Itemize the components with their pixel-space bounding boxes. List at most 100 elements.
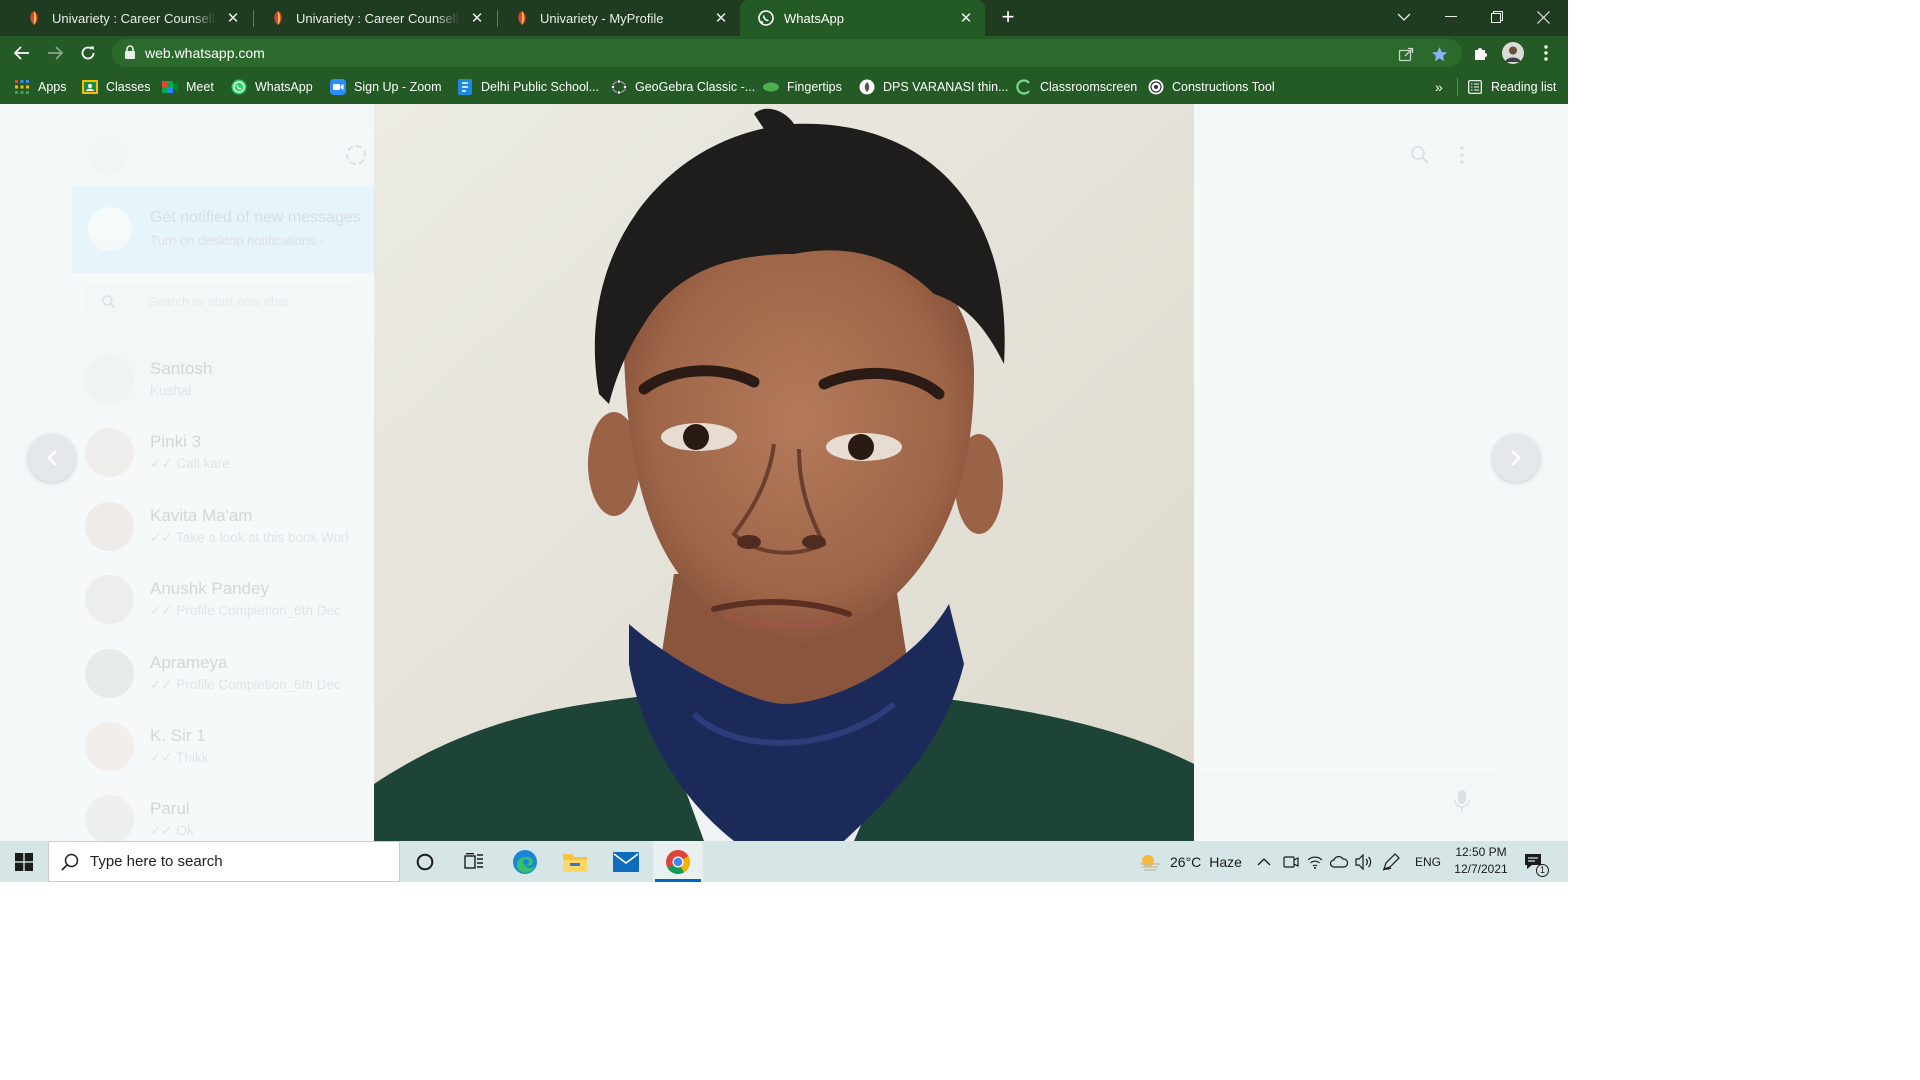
tray-volume[interactable] bbox=[1355, 841, 1373, 882]
profile-avatar[interactable] bbox=[1500, 40, 1526, 66]
folder-icon bbox=[563, 853, 587, 872]
browser-tab-whatsapp[interactable]: WhatsApp ✕ bbox=[740, 0, 985, 36]
taskbar-mail[interactable] bbox=[601, 841, 651, 882]
wifi-icon bbox=[1307, 856, 1323, 869]
task-view-button[interactable] bbox=[449, 841, 499, 882]
apps-grid-icon bbox=[14, 79, 30, 95]
system-clock[interactable]: 12:50 PM 12/7/2021 bbox=[1447, 844, 1515, 878]
mail-icon bbox=[613, 851, 639, 872]
action-center-button[interactable]: 1 bbox=[1524, 841, 1549, 882]
tab-title: Univariety : Career Counselling | C bbox=[52, 10, 216, 26]
close-window-icon[interactable] bbox=[1520, 0, 1566, 34]
search-icon bbox=[61, 853, 79, 871]
speaker-icon bbox=[1355, 853, 1372, 870]
meet-now-icon bbox=[1283, 855, 1299, 868]
reading-list-button[interactable]: Reading list bbox=[1467, 77, 1556, 97]
dps-icon bbox=[859, 79, 875, 95]
windows-logo-icon bbox=[15, 852, 33, 871]
tab-search-chevron-icon[interactable] bbox=[1381, 0, 1427, 34]
browser-tab-3[interactable]: Univariety - MyProfile ✕ bbox=[496, 0, 740, 36]
address-bar[interactable]: web.whatsapp.com bbox=[112, 39, 1462, 67]
bookmark-label: GeoGebra Classic -... bbox=[635, 80, 756, 94]
reading-list-icon bbox=[1467, 79, 1483, 95]
taskbar-file-explorer[interactable] bbox=[550, 841, 600, 882]
portrait-image bbox=[374, 104, 1194, 841]
reload-icon[interactable] bbox=[75, 40, 101, 66]
pen-icon bbox=[1382, 852, 1400, 871]
chrome-icon bbox=[666, 849, 691, 874]
weather-widget[interactable]: 26°C Haze bbox=[1138, 841, 1242, 882]
tray-pen[interactable] bbox=[1307, 841, 1323, 882]
minimize-icon[interactable] bbox=[1428, 0, 1474, 34]
next-media-button[interactable] bbox=[1492, 434, 1540, 482]
bookmarks-overflow-button[interactable]: » bbox=[1435, 77, 1443, 97]
univariety-icon bbox=[270, 10, 286, 26]
extensions-puzzle-icon[interactable] bbox=[1467, 40, 1493, 66]
tray-pen-workspace[interactable] bbox=[1382, 841, 1400, 882]
tray-onedrive[interactable] bbox=[1330, 841, 1348, 882]
lock-icon[interactable] bbox=[124, 45, 138, 61]
bookmark-zoom[interactable]: Sign Up - Zoom bbox=[330, 77, 442, 97]
cortana-button[interactable] bbox=[400, 841, 450, 882]
close-tab-icon[interactable]: ✕ bbox=[222, 7, 244, 29]
bookmark-label: Classes bbox=[106, 80, 151, 94]
forward-arrow-icon[interactable] bbox=[42, 40, 68, 66]
bookmark-label: Delhi Public School... bbox=[481, 80, 600, 94]
bookmark-meet[interactable]: Meet bbox=[162, 77, 214, 97]
previous-media-button[interactable] bbox=[28, 434, 76, 482]
bookmark-label: Constructions Tool bbox=[1172, 80, 1275, 94]
start-button[interactable] bbox=[0, 841, 48, 882]
bookmark-star-icon[interactable] bbox=[1428, 43, 1450, 65]
close-tab-icon[interactable]: ✕ bbox=[955, 7, 977, 29]
bookmark-constructions-tool[interactable]: Constructions Tool bbox=[1148, 77, 1275, 97]
close-tab-icon[interactable]: ✕ bbox=[466, 7, 488, 29]
bookmark-label: Classroomscreen bbox=[1040, 80, 1138, 94]
school-icon bbox=[457, 79, 473, 95]
bookmark-label: Meet bbox=[186, 80, 214, 94]
taskbar-edge[interactable] bbox=[500, 841, 550, 882]
url-text: web.whatsapp.com bbox=[145, 45, 265, 61]
clock-date: 12/7/2021 bbox=[1454, 862, 1508, 876]
clock-time: 12:50 PM bbox=[1455, 845, 1507, 859]
bookmark-classes[interactable]: Classes bbox=[82, 77, 150, 97]
taskbar-chrome[interactable] bbox=[653, 841, 703, 882]
tray-meet-now[interactable] bbox=[1283, 841, 1299, 882]
browser-toolbar: web.whatsapp.com bbox=[0, 36, 1568, 70]
bookmark-dps-varanasi[interactable]: DPS VARANASI thin... bbox=[859, 77, 1009, 97]
haze-sun-icon bbox=[1140, 854, 1160, 871]
chevron-left-icon bbox=[47, 450, 57, 466]
notification-count-badge: 1 bbox=[1536, 864, 1549, 877]
bookmark-geogebra[interactable]: GeoGebra Classic -... bbox=[611, 77, 755, 97]
browser-tab-2[interactable]: Univariety : Career Counselling | C ✕ bbox=[252, 0, 496, 36]
bookmark-delhi-public-school[interactable]: Delhi Public School... bbox=[457, 77, 599, 97]
tab-title: Univariety - MyProfile bbox=[540, 10, 664, 26]
reading-list-label: Reading list bbox=[1491, 80, 1557, 94]
bookmark-whatsapp[interactable]: WhatsApp bbox=[231, 77, 313, 97]
taskbar-search-box[interactable]: Type here to search bbox=[48, 841, 400, 882]
language-indicator[interactable]: ENG bbox=[1415, 841, 1441, 882]
chevron-right-icon bbox=[1511, 450, 1521, 466]
fingertips-icon bbox=[763, 79, 779, 95]
whatsapp-icon bbox=[758, 10, 774, 26]
bookmarks-divider bbox=[1457, 78, 1458, 96]
edge-icon bbox=[513, 849, 537, 874]
restore-icon[interactable] bbox=[1474, 0, 1520, 34]
bookmark-apps[interactable]: Apps bbox=[14, 77, 67, 97]
new-tab-button[interactable]: + bbox=[995, 5, 1021, 31]
bookmark-classroomscreen[interactable]: Classroomscreen bbox=[1016, 77, 1137, 97]
close-tab-icon[interactable]: ✕ bbox=[710, 7, 732, 29]
back-arrow-icon[interactable] bbox=[9, 40, 35, 66]
geogebra-icon bbox=[611, 79, 627, 95]
task-view-icon bbox=[464, 852, 483, 869]
browser-menu-icon[interactable] bbox=[1533, 40, 1559, 66]
browser-tab-1[interactable]: Univariety : Career Counselling | C ✕ bbox=[8, 0, 252, 36]
taskbar-search-placeholder: Type here to search bbox=[90, 853, 223, 870]
weather-temperature: 26°C bbox=[1170, 853, 1202, 870]
media-viewer-photo bbox=[374, 104, 1194, 841]
chevron-up-icon bbox=[1257, 857, 1271, 865]
share-icon[interactable] bbox=[1395, 43, 1417, 65]
bookmark-label: WhatsApp bbox=[255, 80, 313, 94]
bookmark-fingertips[interactable]: Fingertips bbox=[763, 77, 842, 97]
show-hidden-icons[interactable] bbox=[1257, 841, 1271, 882]
meet-icon bbox=[162, 79, 178, 95]
